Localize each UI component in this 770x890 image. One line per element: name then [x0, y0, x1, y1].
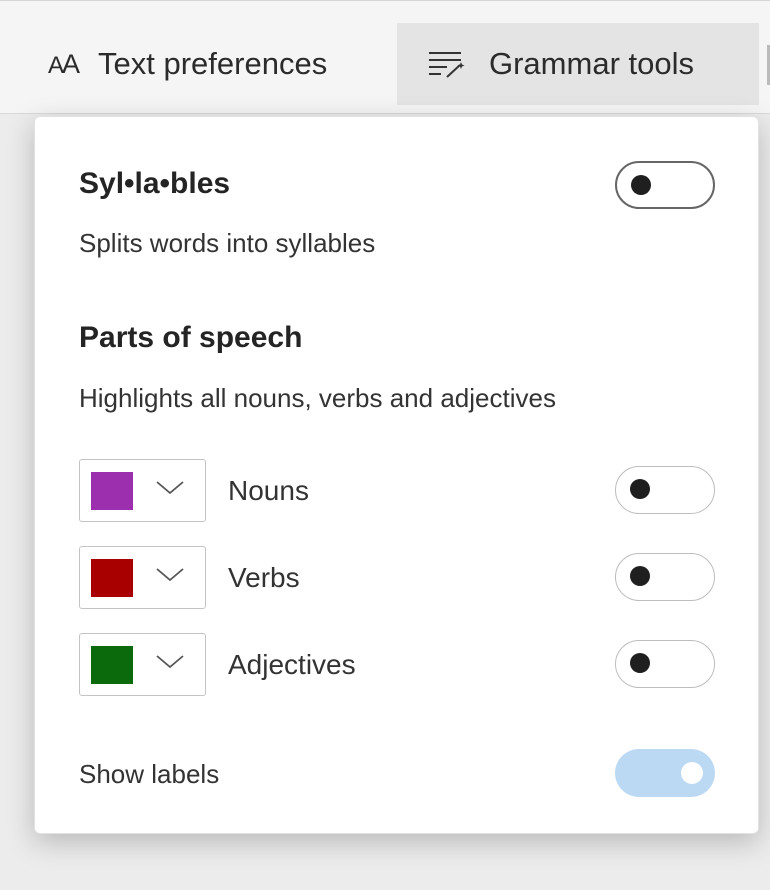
verbs-color-picker[interactable]	[79, 546, 206, 609]
toggle-knob	[630, 653, 650, 673]
toggle-knob	[630, 479, 650, 499]
toggle-knob	[630, 566, 650, 586]
adjectives-color-picker[interactable]	[79, 633, 206, 696]
text-size-icon: AA	[48, 48, 80, 79]
syllables-title: Syl•la•bles	[79, 167, 231, 200]
verbs-color-swatch	[91, 559, 133, 597]
adjectives-label: Adjectives	[228, 649, 356, 680]
adjectives-color-swatch	[91, 646, 133, 684]
toolbar-divider-line	[0, 113, 770, 114]
grammar-wand-icon	[427, 49, 467, 79]
verbs-toggle[interactable]	[615, 553, 715, 601]
verbs-label: Verbs	[228, 562, 300, 593]
parts-of-speech-title: Parts of speech	[79, 321, 303, 354]
toggle-knob	[681, 762, 703, 784]
nouns-label: Nouns	[228, 475, 309, 506]
show-labels-toggle[interactable]	[615, 749, 715, 797]
chevron-down-icon	[156, 568, 184, 582]
syllables-description: Splits words into syllables	[79, 228, 376, 258]
adjectives-toggle[interactable]	[615, 640, 715, 688]
toggle-knob	[631, 175, 651, 195]
reader-toolbar: AA Text preferences Grammar tools	[0, 0, 770, 114]
show-labels-label: Show labels	[79, 759, 220, 789]
tab-text-preferences[interactable]: AA Text preferences	[48, 23, 327, 105]
nouns-color-swatch	[91, 472, 133, 510]
syllables-toggle[interactable]	[615, 161, 715, 209]
chevron-down-icon	[156, 481, 184, 495]
parts-of-speech-description: Highlights all nouns, verbs and adjectiv…	[79, 383, 556, 413]
chevron-down-icon	[156, 655, 184, 669]
tab-text-preferences-label: Text preferences	[98, 46, 328, 81]
nouns-color-picker[interactable]	[79, 459, 206, 522]
nouns-toggle[interactable]	[615, 466, 715, 514]
tab-grammar-tools[interactable]: Grammar tools	[397, 23, 759, 105]
grammar-tools-panel: Syl•la•bles Splits words into syllables …	[34, 116, 759, 834]
tab-grammar-tools-label: Grammar tools	[489, 46, 694, 81]
